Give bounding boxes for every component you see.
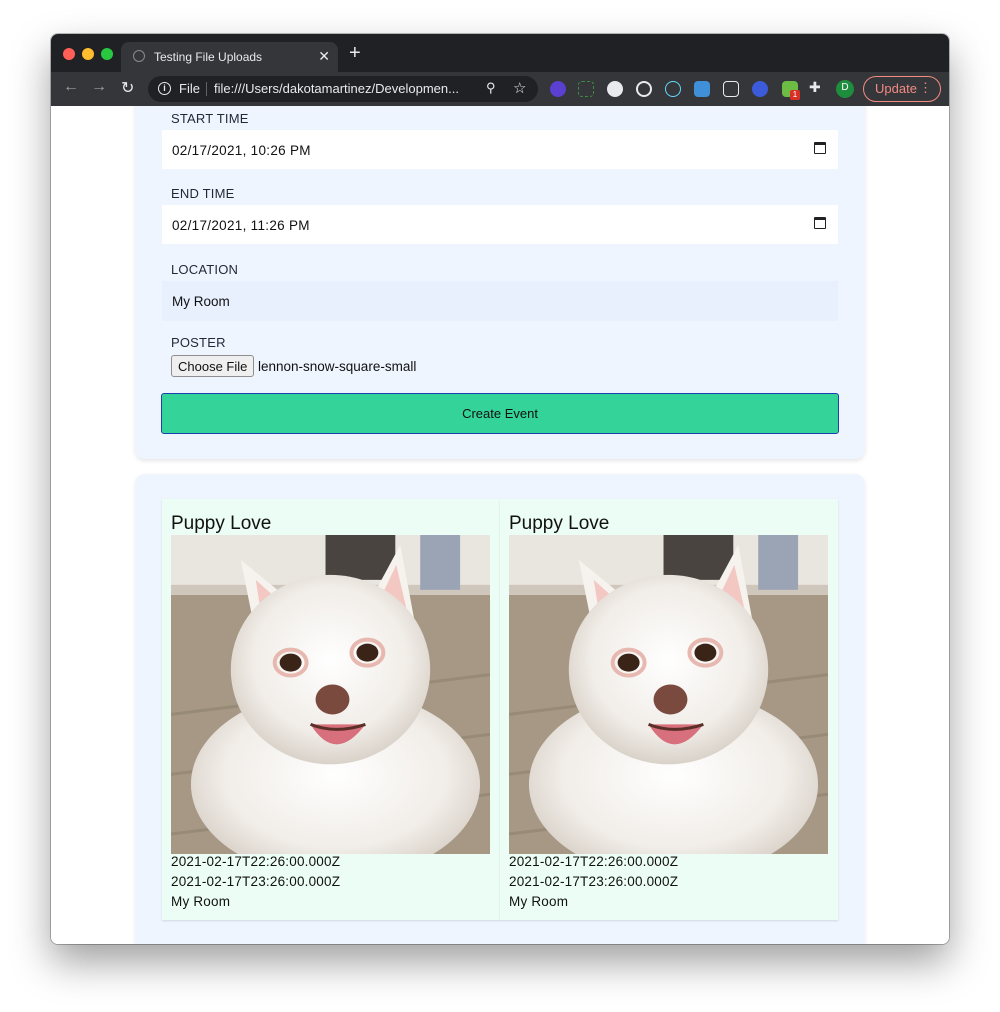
extension-glasses-icon[interactable] [723, 81, 739, 97]
page-viewport[interactable]: START TIME 02/17/2021, 10:26 PM END TIME… [51, 106, 949, 944]
globe-icon [133, 50, 145, 62]
react-devtools-icon[interactable] [665, 81, 681, 97]
extension-green-icon[interactable]: 1 [782, 81, 800, 100]
tab-bar: Testing File Uploads ✕ + [51, 34, 949, 72]
address-bar[interactable]: i File file:///Users/dakotamartinez/Deve… [148, 76, 538, 102]
back-arrow-icon[interactable]: ← [63, 78, 79, 96]
end-time-value: 02/17/2021, 11:26 PM [172, 218, 310, 233]
extension-shield-icon[interactable] [550, 81, 566, 97]
browser-window: Testing File Uploads ✕ + ← → ↻ i File fi… [51, 34, 949, 944]
extension-badge: 1 [790, 90, 800, 100]
extension-screenshot-icon[interactable] [578, 81, 594, 97]
extension-blue-square-icon[interactable] [694, 81, 710, 97]
new-tab-button[interactable]: + [349, 43, 361, 63]
end-time-input[interactable]: 02/17/2021, 11:26 PM [162, 205, 838, 244]
location-input[interactable]: My Room [162, 281, 838, 321]
start-time-value: 02/17/2021, 10:26 PM [172, 143, 311, 158]
event-form: START TIME 02/17/2021, 10:26 PM END TIME… [135, 106, 865, 459]
event-poster-image [171, 535, 490, 854]
location-value: My Room [172, 294, 230, 309]
choose-file-button[interactable]: Choose File [171, 355, 255, 377]
tab-title: Testing File Uploads [154, 50, 263, 64]
event-poster-image [509, 535, 828, 854]
event-title: Puppy Love [171, 513, 272, 534]
extension-circle-icon[interactable] [607, 81, 623, 97]
menu-dots-icon: ⋮ [919, 80, 932, 95]
events-list: Puppy Love 2021-02-17T22:26:00.000Z 2021… [135, 474, 865, 944]
window-minimize-button[interactable] [82, 48, 94, 60]
create-event-button[interactable]: Create Event [161, 393, 839, 434]
profile-avatar[interactable]: D [836, 80, 854, 98]
bookmark-star-icon[interactable]: ☆ [513, 79, 526, 97]
close-tab-icon[interactable]: ✕ [318, 48, 330, 65]
start-time-label: START TIME [171, 111, 249, 126]
address-divider [206, 82, 207, 96]
event-end: 2021-02-17T23:26:00.000Z [171, 874, 341, 889]
site-info-icon[interactable]: i [158, 82, 171, 95]
update-button[interactable]: Update ⋮ [863, 76, 941, 102]
end-time-label: END TIME [171, 186, 235, 201]
browser-toolbar: ← → ↻ i File file:///Users/dakotamartine… [51, 72, 949, 106]
window-maximize-button[interactable] [101, 48, 113, 60]
browser-tab[interactable]: Testing File Uploads ✕ [121, 42, 338, 72]
calendar-icon[interactable] [814, 142, 826, 154]
forward-arrow-icon[interactable]: → [91, 78, 107, 96]
reload-icon[interactable]: ↻ [121, 78, 134, 98]
event-end: 2021-02-17T23:26:00.000Z [509, 874, 679, 889]
event-start: 2021-02-17T22:26:00.000Z [171, 854, 341, 869]
event-location: My Room [509, 894, 569, 909]
update-label: Update [875, 81, 917, 96]
event-start: 2021-02-17T22:26:00.000Z [509, 854, 679, 869]
event-card: Puppy Love 2021-02-17T22:26:00.000Z 2021… [500, 499, 838, 920]
extension-blue-circle-icon[interactable] [752, 81, 768, 97]
location-label: LOCATION [171, 262, 239, 277]
url-scheme-label: File [179, 81, 200, 96]
start-time-input[interactable]: 02/17/2021, 10:26 PM [162, 130, 838, 169]
selected-file-name: lennon-snow-square-small [258, 359, 417, 374]
event-title: Puppy Love [509, 513, 610, 534]
window-close-button[interactable] [63, 48, 75, 60]
calendar-icon[interactable] [814, 217, 826, 229]
poster-label: POSTER [171, 335, 226, 350]
event-location: My Room [171, 894, 231, 909]
zoom-icon[interactable]: ⚲ [486, 80, 496, 96]
extension-target-icon[interactable] [636, 81, 652, 97]
puzzle-icon[interactable]: ✚ [809, 79, 825, 95]
url-text[interactable]: file:///Users/dakotamartinez/Developmen.… [214, 81, 474, 96]
event-card: Puppy Love 2021-02-17T22:26:00.000Z 2021… [162, 499, 500, 920]
